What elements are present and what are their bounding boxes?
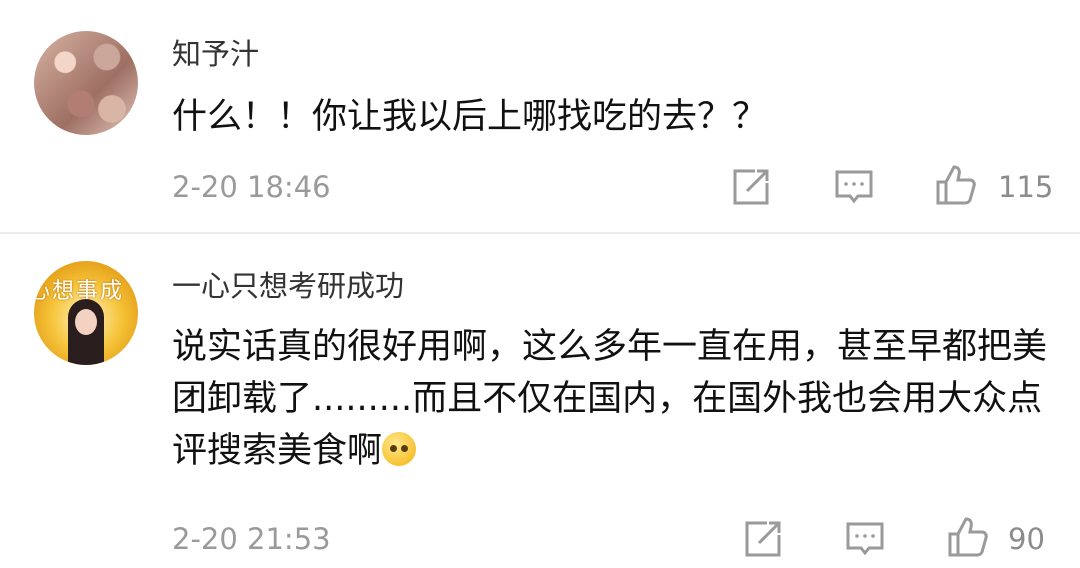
thumbs-up-icon[interactable] xyxy=(934,163,978,207)
comment-icon[interactable] xyxy=(832,165,876,209)
like-count: 115 xyxy=(998,170,1054,204)
comment-username[interactable]: 一心只想考研成功 xyxy=(172,268,404,304)
avatar[interactable]: 心想事成 xyxy=(34,261,138,365)
comment-timestamp: 2-20 18:46 xyxy=(172,170,331,204)
comment-username[interactable]: 知予汁 xyxy=(172,36,259,72)
comment-timestamp: 2-20 21:53 xyxy=(172,522,331,556)
comment-item: 心想事成 一心只想考研成功 说实话真的很好用啊，这么多年一直在用，甚至早都把美团… xyxy=(0,234,1080,568)
share-icon[interactable] xyxy=(729,165,773,209)
pleading-face-emoji-icon xyxy=(382,432,417,466)
comment-text: 说实话真的很好用啊，这么多年一直在用，甚至早都把美团卸载了.........而且… xyxy=(172,327,1048,471)
thumbs-up-icon[interactable] xyxy=(946,515,990,559)
share-icon[interactable] xyxy=(741,517,785,561)
like-count: 90 xyxy=(1008,522,1045,556)
avatar[interactable] xyxy=(34,31,138,135)
comment-text: 什么！！你让我以后上哪找吃的去？？ xyxy=(172,97,768,137)
comment-icon[interactable] xyxy=(843,517,887,561)
comment-item: 知予汁 什么！！你让我以后上哪找吃的去？？ 2-20 18:46 115 xyxy=(0,0,1080,232)
